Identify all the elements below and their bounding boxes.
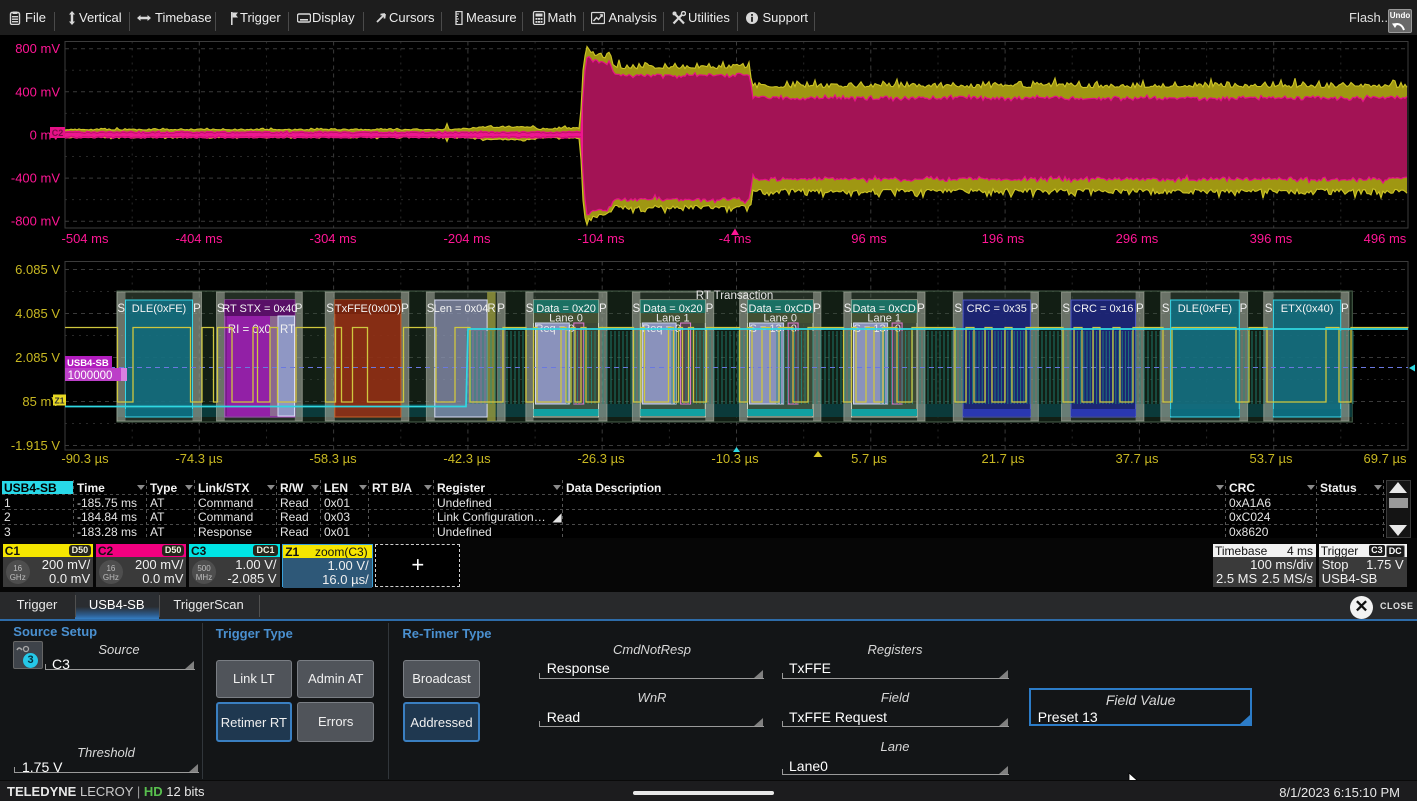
svg-text:-1.915 V: -1.915 V bbox=[11, 438, 60, 453]
svg-text:Data = 0xCD: Data = 0xCD bbox=[853, 303, 916, 315]
svg-text:TxFFE(0x0D): TxFFE(0x0D) bbox=[335, 303, 401, 315]
svg-text:P: P bbox=[706, 303, 714, 315]
svg-text:RT STX = 0x40: RT STX = 0x40 bbox=[222, 303, 297, 315]
svg-text:R: R bbox=[487, 303, 495, 315]
svg-text:Data = 0x20: Data = 0x20 bbox=[536, 303, 596, 315]
svg-text:-42.3 µs: -42.3 µs bbox=[443, 451, 491, 466]
svg-text:S: S bbox=[844, 303, 852, 315]
svg-text:S: S bbox=[1162, 303, 1170, 315]
svg-text:P: P bbox=[295, 303, 303, 315]
svg-text:400 mV: 400 mV bbox=[15, 84, 60, 99]
svg-text:S: S bbox=[954, 303, 962, 315]
svg-text:-10.3 µs: -10.3 µs bbox=[711, 451, 759, 466]
svg-text:-90.3 µs: -90.3 µs bbox=[61, 451, 109, 466]
svg-text:DLE(0xFE): DLE(0xFE) bbox=[132, 303, 186, 315]
svg-text:-26.3 µs: -26.3 µs bbox=[577, 451, 625, 466]
svg-text:S: S bbox=[1265, 303, 1273, 315]
svg-text:-400 mV: -400 mV bbox=[11, 171, 60, 186]
svg-text:Len = 0x04: Len = 0x04 bbox=[434, 303, 489, 315]
svg-text:S: S bbox=[117, 303, 125, 315]
svg-text:P: P bbox=[401, 303, 409, 315]
svg-text:-304 ms: -304 ms bbox=[310, 231, 357, 246]
svg-text:37.7 µs: 37.7 µs bbox=[1116, 451, 1159, 466]
svg-text:Data = 0x20: Data = 0x20 bbox=[643, 303, 703, 315]
svg-text:-800 mV: -800 mV bbox=[11, 214, 60, 229]
svg-text:DLE(0xFE): DLE(0xFE) bbox=[1178, 303, 1232, 315]
svg-text:S: S bbox=[427, 303, 435, 315]
svg-text:S: S bbox=[526, 303, 534, 315]
svg-text:Z1: Z1 bbox=[55, 396, 65, 406]
svg-text:-58.3 µs: -58.3 µs bbox=[309, 451, 357, 466]
svg-text:S: S bbox=[1062, 303, 1070, 315]
svg-text:P: P bbox=[1031, 303, 1039, 315]
svg-text:S: S bbox=[217, 303, 225, 315]
svg-text:2.085 V: 2.085 V bbox=[15, 350, 60, 365]
svg-text:P: P bbox=[1136, 303, 1144, 315]
svg-text:196 ms: 196 ms bbox=[982, 231, 1025, 246]
svg-text:ETX(0x40): ETX(0x40) bbox=[1281, 303, 1334, 315]
svg-text:96 ms: 96 ms bbox=[851, 231, 887, 246]
svg-text:-504 ms: -504 ms bbox=[62, 231, 109, 246]
svg-text:P: P bbox=[1240, 303, 1248, 315]
svg-text:-204 ms: -204 ms bbox=[444, 231, 491, 246]
svg-text:496 ms: 496 ms bbox=[1364, 231, 1407, 246]
svg-text:S: S bbox=[740, 303, 748, 315]
svg-text:-404 ms: -404 ms bbox=[176, 231, 223, 246]
svg-text:800 mV: 800 mV bbox=[15, 41, 60, 56]
svg-text:296 ms: 296 ms bbox=[1116, 231, 1159, 246]
svg-text:6.085 V: 6.085 V bbox=[15, 262, 60, 277]
svg-text:P: P bbox=[813, 303, 821, 315]
svg-text:RT: RT bbox=[280, 324, 295, 336]
svg-text:5.7 µs: 5.7 µs bbox=[851, 451, 887, 466]
svg-text:CRC = 0x16: CRC = 0x16 bbox=[1073, 303, 1133, 315]
svg-text:1000000: 1000000 bbox=[68, 370, 113, 382]
svg-text:RI = 0x0: RI = 0x0 bbox=[228, 324, 271, 336]
svg-text:396 ms: 396 ms bbox=[1250, 231, 1293, 246]
svg-text:USB4-SB: USB4-SB bbox=[67, 358, 109, 369]
svg-text:S: S bbox=[632, 303, 640, 315]
svg-text:53.7 µs: 53.7 µs bbox=[1250, 451, 1293, 466]
svg-text:4.085 V: 4.085 V bbox=[15, 306, 60, 321]
svg-text:Data = 0xCD: Data = 0xCD bbox=[749, 303, 812, 315]
svg-text:P: P bbox=[497, 303, 505, 315]
svg-text:RT Transaction: RT Transaction bbox=[696, 290, 774, 302]
svg-text:S: S bbox=[326, 303, 334, 315]
svg-text:CRC = 0x35: CRC = 0x35 bbox=[967, 303, 1027, 315]
svg-text:P: P bbox=[193, 303, 201, 315]
svg-text:-74.3 µs: -74.3 µs bbox=[175, 451, 223, 466]
svg-text:-104 ms: -104 ms bbox=[578, 231, 625, 246]
svg-text:69.7 µs: 69.7 µs bbox=[1364, 451, 1407, 466]
svg-text:P: P bbox=[917, 303, 925, 315]
svg-text:21.7 µs: 21.7 µs bbox=[982, 451, 1025, 466]
svg-text:P: P bbox=[599, 303, 607, 315]
svg-text:P: P bbox=[1341, 303, 1349, 315]
svg-text:C2: C2 bbox=[52, 128, 64, 138]
